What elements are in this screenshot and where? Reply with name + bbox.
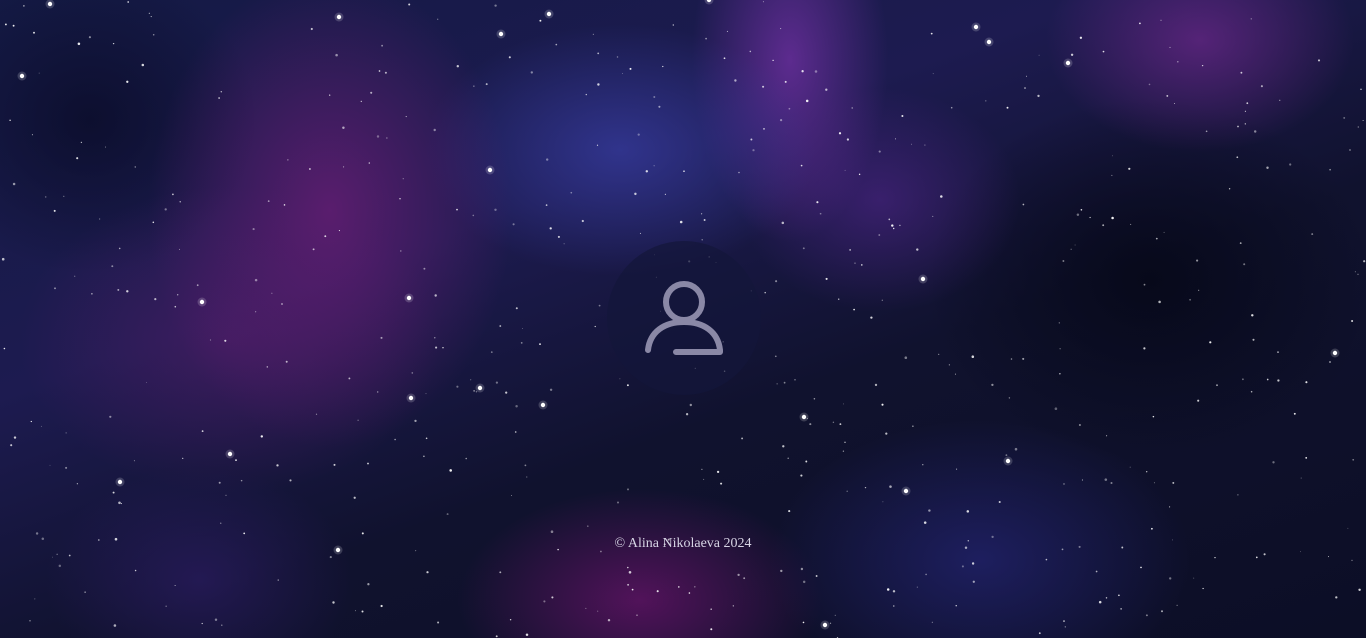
user-avatar[interactable] <box>607 241 761 395</box>
copyright-text: © Alina Nikolaeva 2024 <box>614 536 752 551</box>
user-icon <box>645 281 723 355</box>
lock-screen-background: © Alina Nikolaeva 2024 <box>0 0 1366 638</box>
